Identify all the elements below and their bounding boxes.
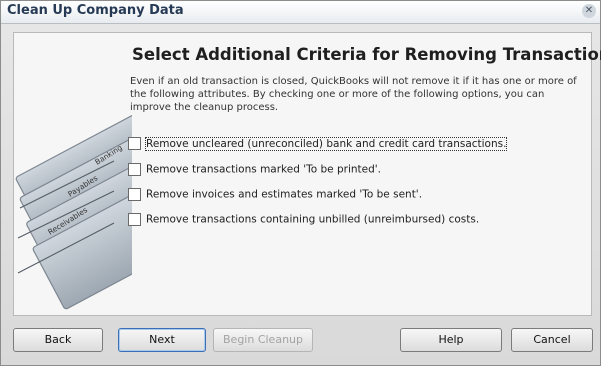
option-to-be-printed[interactable]: Remove transactions marked 'To be printe… [128, 163, 381, 179]
back-button[interactable]: Back [13, 328, 103, 352]
content-panel: Banking Payables Receivables Select Addi… [13, 32, 601, 316]
cancel-button[interactable]: Cancel [511, 328, 593, 352]
close-icon[interactable]: ✕ [582, 4, 596, 18]
title-bar[interactable]: Clean Up Company Data ✕ [1, 1, 600, 24]
help-button[interactable]: Help [400, 328, 502, 352]
window-title: Clean Up Company Data [7, 3, 184, 18]
checkbox[interactable] [128, 137, 141, 150]
option-label: Remove uncleared (unreconciled) bank and… [144, 136, 508, 151]
file-folders-illustration: Banking Payables Receivables [15, 112, 132, 310]
description-text: Even if an old transaction is closed, Qu… [130, 76, 577, 113]
checkbox[interactable] [128, 213, 141, 226]
option-label: Remove transactions containing unbilled … [146, 213, 480, 226]
begin-cleanup-button[interactable]: Begin Cleanup [213, 328, 313, 352]
next-button[interactable]: Next [118, 328, 206, 352]
button-bar: Back Next Begin Cleanup Help Cancel [1, 328, 600, 358]
cleanup-dialog: Clean Up Company Data ✕ Banking Payables… [0, 0, 601, 366]
checkbox[interactable] [128, 188, 141, 201]
option-unbilled-costs[interactable]: Remove transactions containing unbilled … [128, 213, 479, 229]
option-label: Remove invoices and estimates marked 'To… [146, 188, 423, 201]
option-label: Remove transactions marked 'To be printe… [146, 163, 381, 176]
page-heading: Select Additional Criteria for Removing … [132, 45, 601, 64]
option-uncleared-transactions[interactable]: Remove uncleared (unreconciled) bank and… [128, 136, 508, 153]
checkbox[interactable] [128, 163, 141, 176]
option-to-be-sent[interactable]: Remove invoices and estimates marked 'To… [128, 188, 422, 204]
